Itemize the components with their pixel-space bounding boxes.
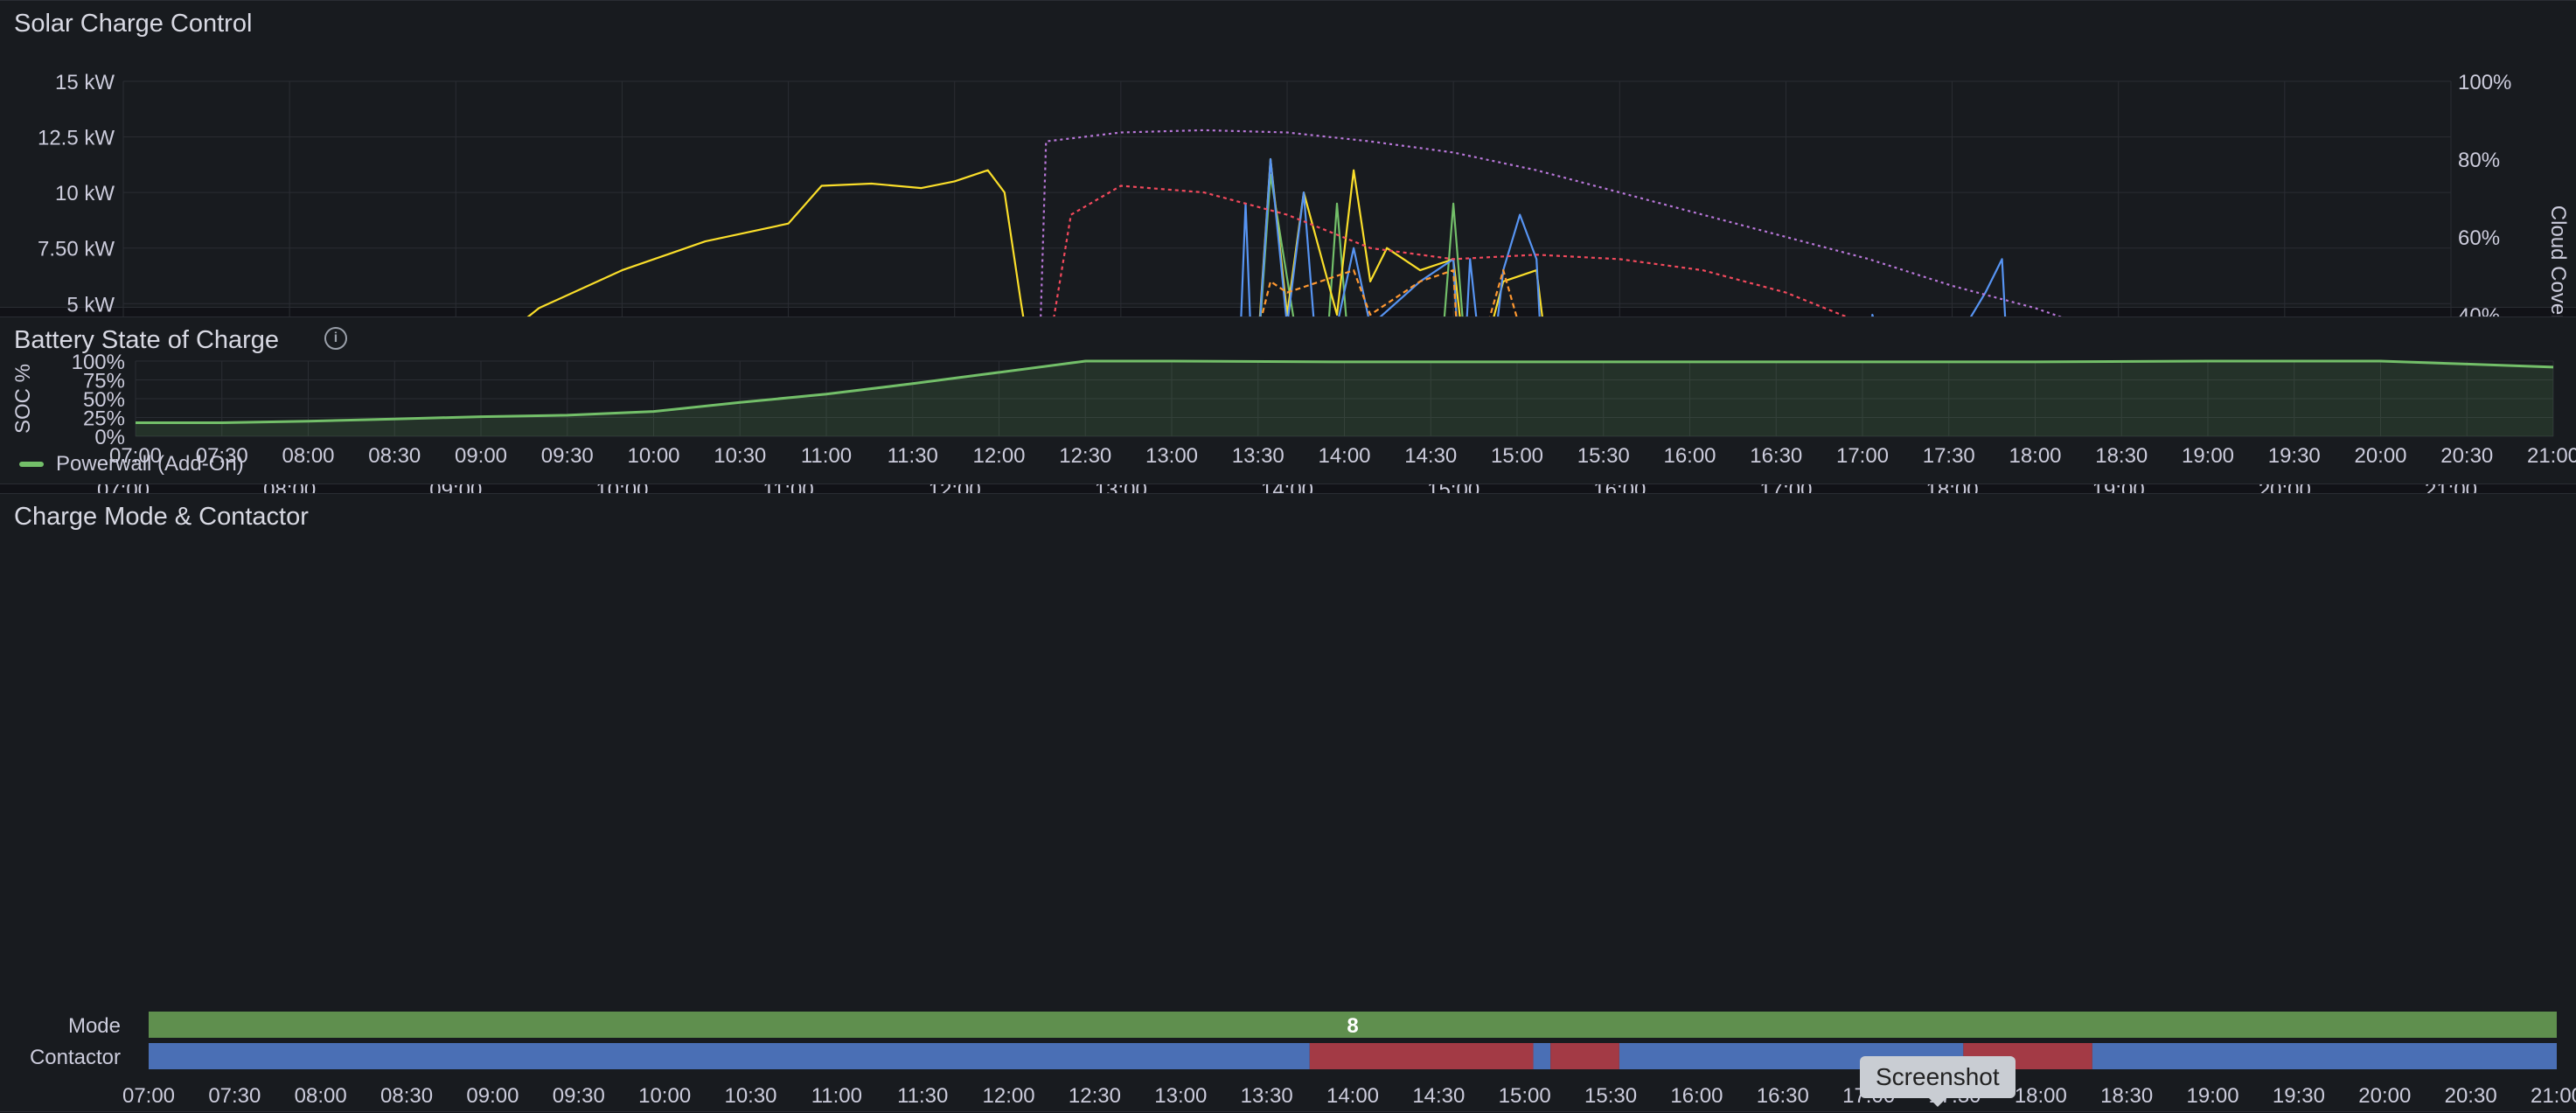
- x-tick-label: 09:00: [466, 1084, 519, 1108]
- state-segment: [149, 1043, 1310, 1069]
- charge-mode-panel: Charge Mode & Contactor Mode 8 Contactor 07…: [0, 493, 2576, 1112]
- row-label: Mode: [68, 1014, 121, 1038]
- x-tick-label: 11:30: [897, 1084, 948, 1108]
- y2-tick-label: 60%: [2458, 226, 2500, 250]
- state-segment: [1533, 1043, 1551, 1069]
- x-tick-label: 13:30: [1232, 444, 1285, 468]
- y-tick-label: 7.50 kW: [38, 238, 115, 261]
- legend-item[interactable]: Powerwall (Add-On): [19, 452, 244, 477]
- x-tick-label: 20:30: [2445, 1084, 2497, 1108]
- x-tick-label: 20:00: [2358, 1084, 2411, 1108]
- x-tick-label: 18:30: [2095, 444, 2148, 468]
- battery-legend: Powerwall (Add-On): [19, 452, 265, 477]
- x-tick-label: 13:30: [1241, 1084, 1293, 1108]
- row-label: Contactor: [30, 1046, 121, 1069]
- x-tick-label: 16:00: [1663, 444, 1716, 468]
- x-tick-label: 20:00: [2354, 444, 2406, 468]
- x-tick-label: 17:30: [1923, 444, 1975, 468]
- state-segment: [2092, 1043, 2557, 1069]
- legend-swatch: [19, 462, 44, 467]
- x-tick-label: 12:30: [1069, 1084, 1121, 1108]
- x-tick-label: 08:00: [295, 1084, 347, 1108]
- y2-tick-label: 100%: [2458, 71, 2511, 94]
- y-tick-label: 10 kW: [55, 182, 115, 205]
- x-tick-label: 14:30: [1404, 444, 1457, 468]
- state-segment: [1550, 1043, 1619, 1069]
- legend-label: Powerwall (Add-On): [56, 452, 244, 476]
- state-segment: [1309, 1043, 1534, 1069]
- x-tick-label: 11:00: [811, 1084, 862, 1108]
- panel-title[interactable]: Solar Charge Control: [14, 10, 252, 38]
- x-tick-label: 19:30: [2273, 1084, 2325, 1108]
- x-tick-label: 14:30: [1412, 1084, 1465, 1108]
- x-tick-label: 08:00: [282, 444, 334, 468]
- x-tick-label: 21:00: [2527, 444, 2576, 468]
- x-tick-label: 14:00: [1326, 1084, 1379, 1108]
- x-tick-label: 07:30: [208, 1084, 261, 1108]
- x-tick-label: 17:00: [1836, 444, 1889, 468]
- x-tick-label: 08:30: [380, 1084, 433, 1108]
- x-tick-label: 10:30: [714, 444, 766, 468]
- x-tick-label: 16:30: [1757, 1084, 1809, 1108]
- x-tick-label: 21:00: [2531, 1084, 2576, 1108]
- state-value: 8: [1347, 1014, 1358, 1038]
- x-tick-label: 13:00: [1145, 444, 1198, 468]
- x-tick-label: 15:30: [1584, 1084, 1637, 1108]
- battery-chart[interactable]: 100%75%50%25%0%07:00 07:30 08:00 08:30 09:00…: [0, 317, 2576, 485]
- x-tick-label: 10:00: [627, 444, 679, 468]
- x-tick-label: 16:00: [1670, 1084, 1723, 1108]
- x-tick-label: 18:30: [2100, 1084, 2153, 1108]
- screenshot-tooltip: Screenshot: [1860, 1056, 2016, 1107]
- x-tick-label: 19:00: [2182, 444, 2234, 468]
- x-tick-label: 18:00: [2015, 1084, 2067, 1108]
- x-tick-label: 18:00: [2009, 444, 2061, 468]
- x-tick-label: 15:30: [1577, 444, 1630, 468]
- x-tick-label: 09:30: [553, 1084, 605, 1108]
- x-tick-label: 11:30: [888, 444, 938, 468]
- x-tick-label: 08:30: [368, 444, 421, 468]
- x-tick-label: 15:00: [1499, 1084, 1551, 1108]
- x-tick-label: 09:00: [455, 444, 507, 468]
- y-axis-label: SOC %: [11, 364, 35, 434]
- x-tick-label: 16:30: [1750, 444, 1802, 468]
- x-tick-label: 12:00: [972, 444, 1025, 468]
- mode-chart[interactable]: Mode 8 Contactor07:00 07:30 08:00 08:30 09:00 0…: [0, 494, 2576, 1113]
- x-tick-label: 07:00: [122, 1084, 175, 1108]
- y2-tick-label: 80%: [2458, 149, 2500, 172]
- x-tick-label: 20:30: [2440, 444, 2493, 468]
- x-tick-label: 12:30: [1059, 444, 1111, 468]
- x-tick-label: 19:00: [2187, 1084, 2239, 1108]
- x-tick-label: 19:30: [2268, 444, 2321, 468]
- y-tick-label: 15 kW: [55, 71, 115, 94]
- x-tick-label: 14:00: [1318, 444, 1370, 468]
- x-tick-label: 10:30: [724, 1084, 776, 1108]
- y-tick-label: 5 kW: [66, 293, 115, 317]
- battery-soc-panel: Battery State of Charge i 100% 75% 50% 25% 0…: [0, 317, 2576, 484]
- x-tick-label: 11:00: [801, 444, 852, 468]
- x-tick-label: 12:00: [983, 1084, 1035, 1108]
- solar-charge-control-panel: Solar Charge Control 15 kW 12.5 kW 10 kW 7.…: [0, 0, 2576, 553]
- x-tick-label: 15:00: [1491, 444, 1543, 468]
- x-tick-label: 09:30: [541, 444, 594, 468]
- x-tick-label: 13:00: [1154, 1084, 1207, 1108]
- y-tick-label: 12.5 kW: [38, 127, 115, 150]
- x-tick-label: 10:00: [638, 1084, 691, 1108]
